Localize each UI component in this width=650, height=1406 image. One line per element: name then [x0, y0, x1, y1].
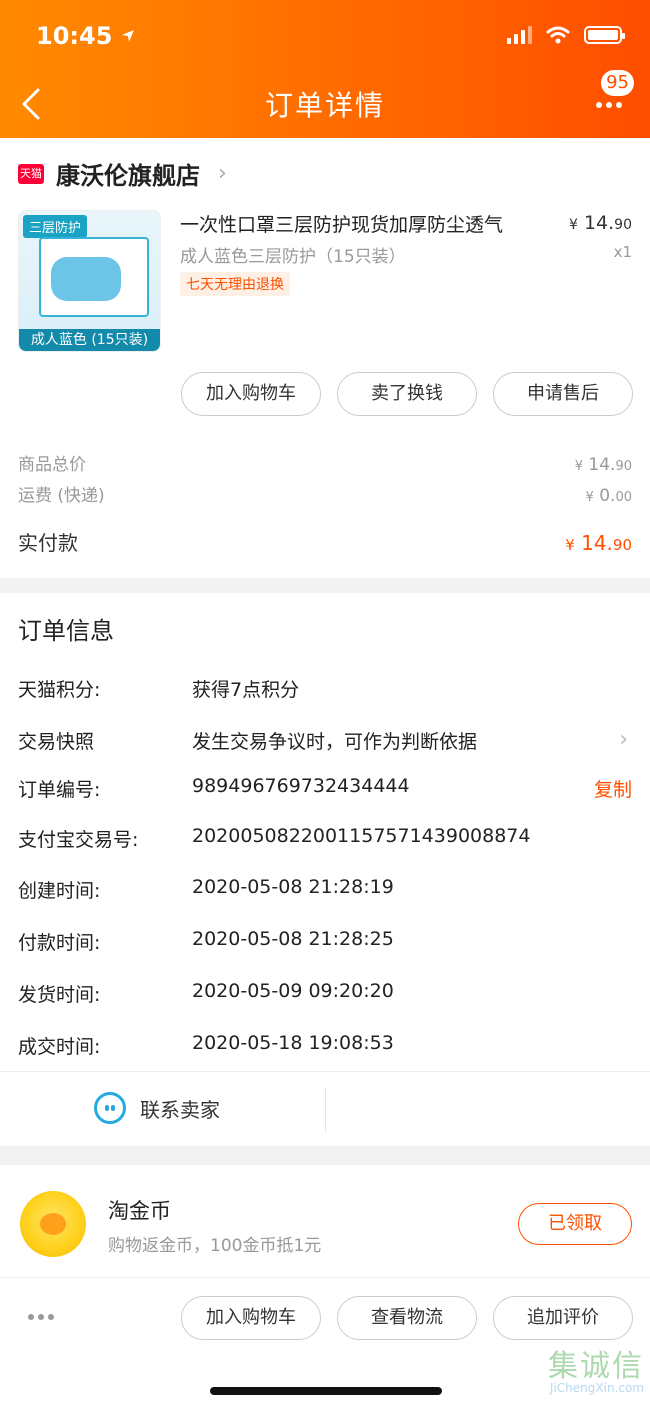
wifi-icon: [546, 26, 570, 44]
contact-seller-button[interactable]: 联系卖家: [94, 1092, 220, 1124]
chat-face-icon: [94, 1092, 126, 1124]
add-review-button[interactable]: 追加评价: [493, 1296, 633, 1340]
points-row: 天猫积分: 获得7点积分: [18, 679, 300, 701]
status-time: 10:45: [36, 22, 136, 50]
bottom-add-to-cart-button[interactable]: 加入购物车: [181, 1296, 321, 1340]
more-menu-button[interactable]: 95: [592, 70, 634, 114]
goods-total-row: 商品总价 ¥ 14.90: [18, 455, 632, 475]
view-logistics-button[interactable]: 查看物流: [337, 1296, 477, 1340]
product-spec: 成人蓝色三层防护（15只装）: [180, 247, 406, 267]
coins-title: 淘金币: [108, 1199, 171, 1223]
gold-coin-icon: [20, 1191, 86, 1257]
shipping-row: 运费 (快递) ¥ 0.00: [18, 486, 632, 506]
app-header: 10:45 订单详情 95: [0, 0, 650, 138]
shop-row[interactable]: 天猫 康沃伦旗舰店 ›: [18, 156, 227, 191]
completed-time-row: 成交时间: 2020-05-18 19:08:53: [18, 1032, 394, 1058]
message-count-badge: 95: [601, 70, 634, 96]
image-tag: 三层防护: [23, 215, 88, 238]
chevron-right-icon: ›: [619, 727, 628, 752]
coins-description: 购物返金币，100金币抵1元: [108, 1236, 322, 1256]
watermark-logo: 集诚信 JiChengXin.com: [548, 1349, 644, 1395]
coins-card: 淘金币 购物返金币，100金币抵1元 已领取: [0, 1165, 650, 1277]
resell-button[interactable]: 卖了换钱: [337, 372, 477, 416]
contact-bar: 联系卖家: [0, 1071, 650, 1147]
battery-icon: [584, 26, 625, 44]
order-info-title: 订单信息: [18, 617, 114, 645]
chevron-right-icon: ›: [218, 161, 227, 186]
copy-button[interactable]: 复制: [594, 775, 632, 802]
snapshot-row[interactable]: 交易快照 发生交易争议时，可作为判断依据 ›: [18, 727, 632, 757]
order-info-card: 订单信息 天猫积分: 获得7点积分 交易快照 发生交易争议时，可作为判断依据 ›…: [0, 593, 650, 1071]
product-price: ¥ 14.90: [568, 212, 632, 234]
order-number-row: 订单编号: 989496769732434444 复制: [18, 775, 632, 802]
claimed-button[interactable]: 已领取: [518, 1203, 632, 1245]
created-time-row: 创建时间: 2020-05-08 21:28:19: [18, 876, 394, 902]
product-card: 天猫 康沃伦旗舰店 ›: [0, 138, 650, 578]
status-time-text: 10:45: [36, 22, 113, 50]
mask-box-graphic: [39, 237, 149, 317]
return-policy-tag: 七天无理由退换: [180, 272, 290, 296]
more-dots-icon[interactable]: [28, 1314, 54, 1320]
more-dots-icon: [596, 102, 622, 108]
alipay-number-row: 支付宝交易号: 2020050822001157571439008874: [18, 825, 531, 851]
shop-name[interactable]: 康沃伦旗舰店: [56, 156, 200, 191]
status-indicators: [507, 26, 625, 44]
add-to-cart-button[interactable]: 加入购物车: [181, 372, 321, 416]
location-arrow-icon: [122, 30, 135, 42]
paid-time-row: 付款时间: 2020-05-08 21:28:25: [18, 928, 394, 954]
divider: [325, 1088, 326, 1132]
shipped-time-row: 发货时间: 2020-05-09 09:20:20: [18, 980, 394, 1006]
product-title[interactable]: 一次性口罩三层防护现货加厚防尘透气: [180, 210, 503, 237]
product-image[interactable]: 三层防护 成人蓝色 (15只装): [18, 210, 161, 352]
image-caption: 成人蓝色 (15只装): [19, 329, 160, 351]
page-title: 订单详情: [264, 89, 385, 122]
home-indicator[interactable]: [210, 1387, 442, 1395]
after-sales-button[interactable]: 申请售后: [493, 372, 633, 416]
tmall-icon: 天猫: [18, 163, 44, 184]
cellular-signal-icon: [507, 26, 532, 44]
product-quantity: x1: [613, 243, 632, 261]
paid-amount-row: 实付款 ¥ 14.90: [18, 531, 632, 555]
